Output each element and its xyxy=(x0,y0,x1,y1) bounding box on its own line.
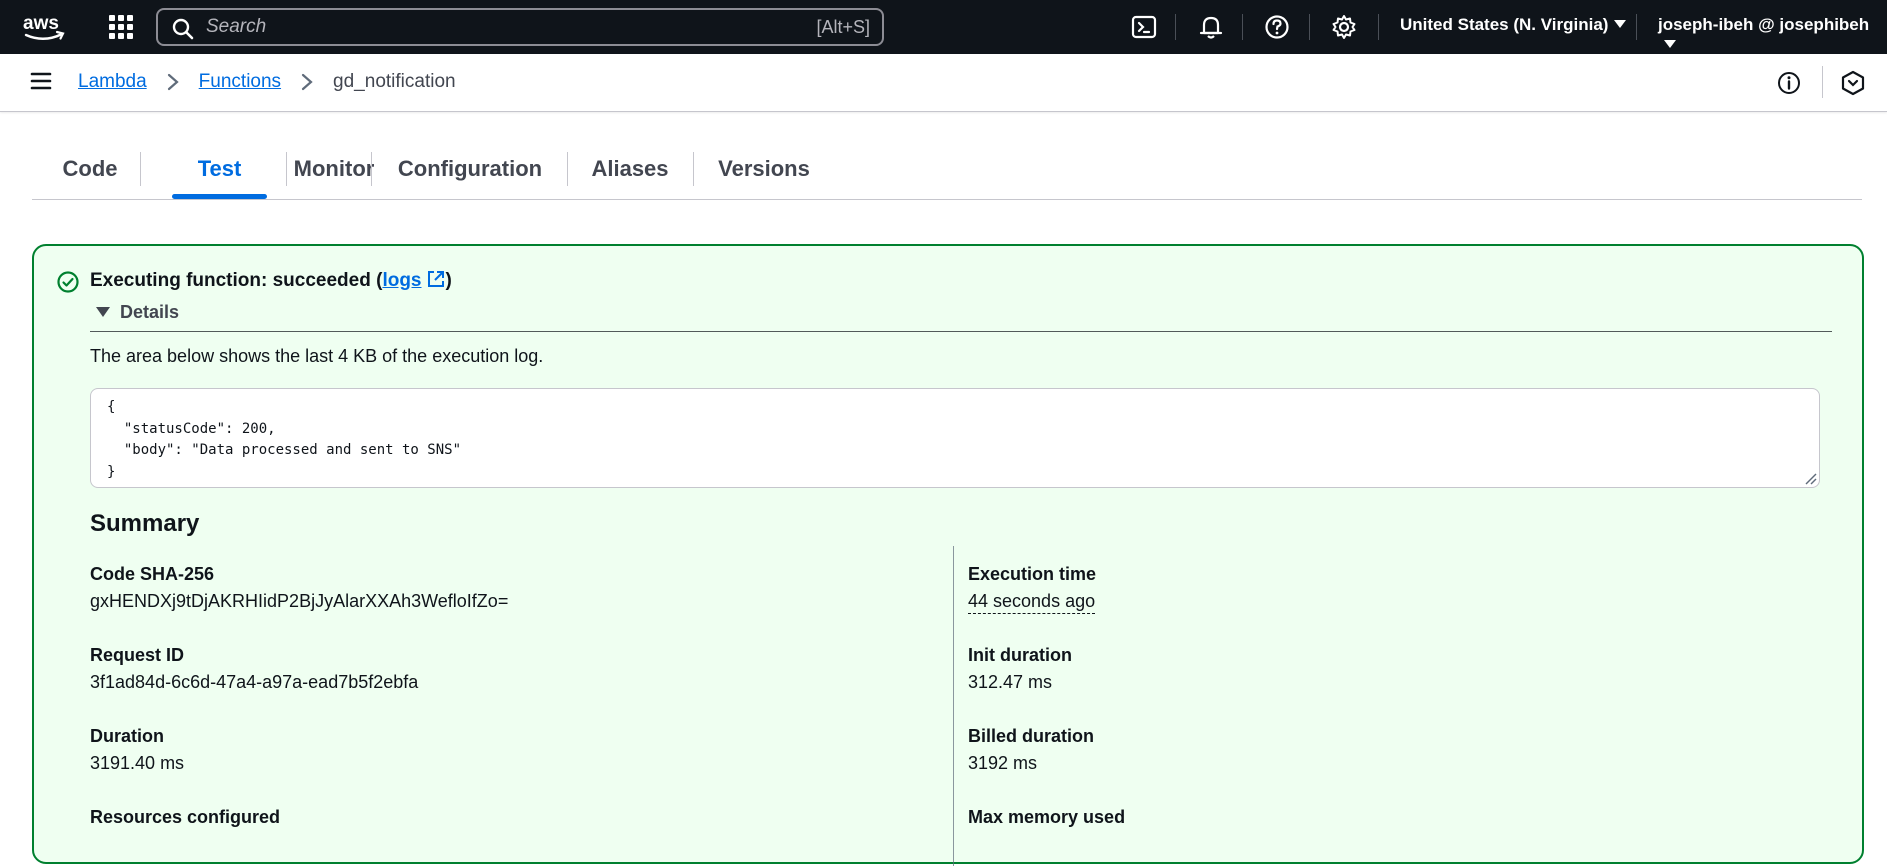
resources-label: Resources configured xyxy=(90,807,281,827)
code-sha-value: gxHENDXj9tDjAKRHIidP2BjJyAlarXXAh3WefloI… xyxy=(90,591,509,611)
account-label: joseph-ibeh @ josephibeh xyxy=(1658,15,1870,34)
search-shortcut-hint: [Alt+S] xyxy=(816,17,870,37)
search-input[interactable] xyxy=(206,14,746,40)
nav-divider xyxy=(1175,14,1176,40)
nav-divider xyxy=(1309,14,1310,40)
tab-aliases[interactable]: Aliases xyxy=(587,150,673,200)
status-suffix: ) xyxy=(445,270,452,291)
duration-label: Duration xyxy=(90,726,164,746)
init-duration-field: Init duration 312.47 ms xyxy=(968,645,1072,693)
tab-divider xyxy=(140,152,141,186)
execution-result-panel: Executing function: succeeded (logs ) De… xyxy=(32,244,1864,866)
billed-duration-label: Billed duration xyxy=(968,726,1094,746)
details-divider xyxy=(90,331,1832,332)
tab-configuration[interactable]: Configuration xyxy=(394,150,546,200)
external-link-icon xyxy=(427,271,444,287)
tab-code[interactable]: Code xyxy=(60,150,120,200)
tab-divider xyxy=(371,152,372,186)
search-box[interactable]: [Alt+S] xyxy=(156,8,884,46)
code-sha-field: Code SHA-256 gxHENDXj9tDjAKRHIidP2BjJyAl… xyxy=(90,564,508,612)
execution-time-field: Execution time 44 seconds ago xyxy=(968,564,1096,614)
logs-link-label: logs xyxy=(382,270,422,291)
execution-log-output[interactable]: { "statusCode": 200, "body": "Data proce… xyxy=(90,388,1820,488)
execution-time-value[interactable]: 44 seconds ago xyxy=(968,591,1096,614)
breadcrumb: Lambda Functions gd_notification xyxy=(78,71,456,93)
execution-time-label: Execution time xyxy=(968,564,1097,584)
summary-heading: Summary xyxy=(90,510,200,537)
chevron-right-icon xyxy=(301,73,313,91)
success-check-icon xyxy=(57,271,79,293)
log-output-text: { "statusCode": 200, "body": "Data proce… xyxy=(107,399,462,480)
details-label: Details xyxy=(120,302,180,322)
resources-field: Resources configured xyxy=(90,807,280,834)
notifications-panel-icon[interactable] xyxy=(1840,70,1866,96)
request-id-field: Request ID 3f1ad84d-6c6d-47a4-a97a-ead7b… xyxy=(90,645,418,693)
tab-divider xyxy=(567,152,568,186)
duration-value: 3191.40 ms xyxy=(90,753,185,773)
services-grid-icon[interactable] xyxy=(108,14,134,40)
region-selector[interactable]: United States (N. Virginia) xyxy=(1400,15,1627,35)
request-id-label: Request ID xyxy=(90,645,185,665)
caret-down-icon xyxy=(96,307,110,317)
breadcrumb-divider xyxy=(1822,66,1823,98)
caret-down-icon xyxy=(1664,40,1676,48)
cloudshell-icon[interactable] xyxy=(1129,12,1159,42)
details-expander[interactable]: Details xyxy=(96,302,179,323)
breadcrumb-functions[interactable]: Functions xyxy=(199,71,281,93)
info-icon[interactable] xyxy=(1777,71,1801,95)
tab-versions[interactable]: Versions xyxy=(715,150,813,200)
code-sha-label: Code SHA-256 xyxy=(90,564,215,584)
billed-duration-value: 3192 ms xyxy=(968,753,1038,773)
logs-link[interactable]: logs xyxy=(382,270,445,291)
svg-text:aws: aws xyxy=(23,13,59,34)
function-tabs: Code Test Monitor Configuration Aliases … xyxy=(32,150,1862,200)
breadcrumb-bar: Lambda Functions gd_notification xyxy=(0,54,1887,112)
request-id-value: 3f1ad84d-6c6d-47a4-a97a-ead7b5f2ebfa xyxy=(90,672,419,692)
tab-monitor[interactable]: Monitor xyxy=(257,150,411,200)
nav-divider xyxy=(1242,14,1243,40)
breadcrumb-lambda[interactable]: Lambda xyxy=(78,71,147,93)
chevron-right-icon xyxy=(167,73,179,91)
tab-test[interactable]: Test xyxy=(172,150,267,200)
settings-gear-icon[interactable] xyxy=(1329,12,1359,42)
aws-logo[interactable]: aws xyxy=(22,10,68,44)
resize-handle-icon[interactable] xyxy=(1803,471,1817,485)
breadcrumb-current: gd_notification xyxy=(333,71,456,92)
region-label: United States (N. Virginia) xyxy=(1400,15,1609,34)
nav-divider xyxy=(1378,14,1379,40)
billed-duration-field: Billed duration 3192 ms xyxy=(968,726,1094,774)
caret-down-icon xyxy=(1614,20,1627,28)
menu-hamburger-icon[interactable] xyxy=(30,71,52,91)
help-icon[interactable] xyxy=(1262,12,1292,42)
notifications-bell-icon[interactable] xyxy=(1196,12,1226,42)
log-description: The area below shows the last 4 KB of th… xyxy=(90,346,544,366)
top-navigation-bar: aws [Alt+S] xyxy=(0,0,1887,54)
init-duration-value: 312.47 ms xyxy=(968,672,1053,692)
search-icon xyxy=(172,18,194,40)
account-menu[interactable]: joseph-ibeh @ josephibeh xyxy=(1658,15,1887,55)
max-memory-label: Max memory used xyxy=(968,807,1126,827)
tab-divider xyxy=(693,152,694,186)
summary-column-divider xyxy=(953,546,954,866)
execution-status: Executing function: succeeded (logs ) xyxy=(90,269,452,292)
active-tab-indicator xyxy=(172,194,267,199)
max-memory-field: Max memory used xyxy=(968,807,1125,834)
status-text: Executing function: succeeded ( xyxy=(90,270,383,291)
nav-divider xyxy=(1636,14,1637,40)
duration-field: Duration 3191.40 ms xyxy=(90,726,184,774)
init-duration-label: Init duration xyxy=(968,645,1072,665)
